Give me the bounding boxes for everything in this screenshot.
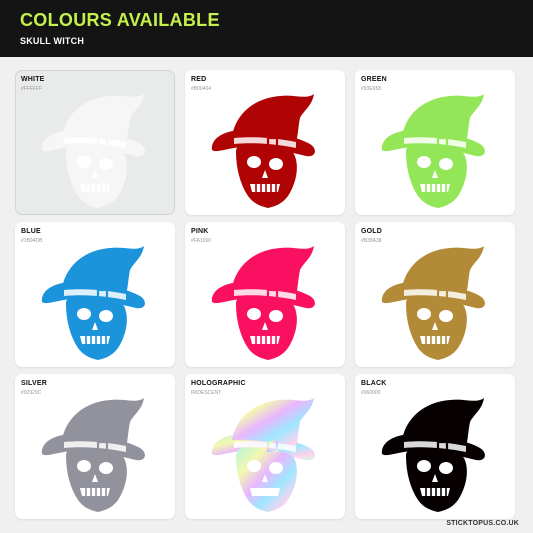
skull-witch-sticker-icon (211, 246, 315, 360)
skull-witch-sticker-icon (41, 246, 145, 360)
colour-card-black[interactable]: BLACK #060000 (355, 374, 515, 519)
skull-witch-sticker-icon (41, 398, 145, 512)
colour-name: BLACK (361, 380, 387, 387)
skull-witch-sticker-icon (41, 94, 145, 208)
colour-name: PINK (191, 228, 209, 235)
skull-witch-sticker-icon (381, 246, 485, 360)
skull-witch-sticker-icon (211, 398, 315, 512)
colour-name: HOLOGRAPHIC (191, 380, 246, 387)
colour-name: SILVER (21, 380, 47, 387)
colour-card-gold[interactable]: GOLD #B38A38 (355, 222, 515, 367)
product-name: SKULL WITCH (20, 36, 85, 46)
colour-card-white[interactable]: WHITE #FFFFFF (15, 70, 175, 215)
colour-card-pink[interactable]: PINK #FA1060 (185, 222, 345, 367)
colour-name: BLUE (21, 228, 41, 235)
colour-name: GOLD (361, 228, 383, 235)
header-bar: COLOURS AVAILABLE SKULL WITCH (0, 0, 533, 57)
colour-card-blue[interactable]: BLUE #1B94DB (15, 222, 175, 367)
page-title: COLOURS AVAILABLE (20, 10, 220, 30)
colour-card-green[interactable]: GREEN #93E658 (355, 70, 515, 215)
colour-name: WHITE (21, 76, 45, 83)
colour-name: GREEN (361, 76, 387, 83)
colour-code: #FFFFFF (21, 86, 43, 92)
colour-code: #93E658 (361, 86, 382, 92)
colour-card-red[interactable]: RED #B00404 (185, 70, 345, 215)
skull-witch-sticker-icon (211, 94, 315, 208)
colour-card-silver[interactable]: SILVER #92929C (15, 374, 175, 519)
site-url: STICKTOPUS.CO.UK (446, 520, 519, 527)
colour-code: #92929C (21, 390, 42, 396)
skull-witch-sticker-icon (381, 398, 485, 512)
colour-code: #B00404 (191, 86, 212, 92)
colour-code: #FA1060 (191, 238, 212, 244)
colour-name: RED (191, 76, 207, 83)
colour-card-holographic[interactable]: HOLOGRAPHIC IRIDESCENT (185, 374, 345, 519)
colour-code: #B38A38 (361, 238, 382, 244)
skull-witch-sticker-icon (381, 94, 485, 208)
colour-code: #060000 (361, 390, 381, 396)
